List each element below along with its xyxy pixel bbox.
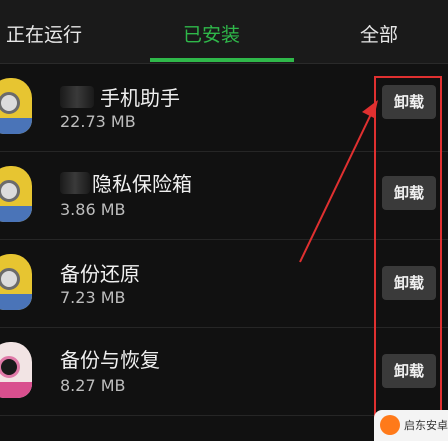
annotation-arrow <box>299 100 378 263</box>
watermark-text: 启东安卓网 <box>404 419 448 432</box>
app-manager-screen: 正在运行 已安装 全部 手机助手 22.73 MB 卸载 隐私保险箱 3.86 … <box>0 0 448 441</box>
watermark-logo-icon <box>380 415 400 435</box>
watermark: 启东安卓网 <box>374 410 448 441</box>
